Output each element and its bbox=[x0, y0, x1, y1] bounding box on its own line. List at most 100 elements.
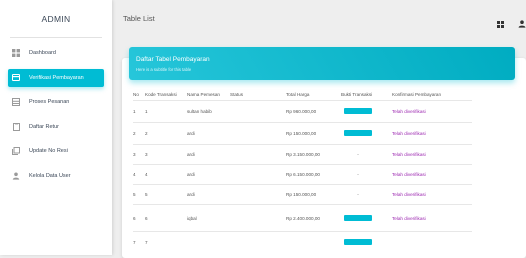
table-row: 6 6 iqbal Rp 2.400.000,00 Telah diverifikasi bbox=[133, 204, 472, 232]
table-cell-total-harga: Rp 2.400.000,00 bbox=[286, 204, 341, 232]
table-cell-status bbox=[230, 204, 286, 232]
view-proof-button[interactable] bbox=[344, 214, 372, 221]
no-proof-text: - bbox=[357, 192, 359, 197]
library-icon bbox=[12, 147, 20, 155]
table-cell-konfirmasi: Telah diverifikasi bbox=[392, 164, 472, 185]
cell-text: Rp 150.000,00 bbox=[286, 131, 317, 136]
table-cell-bukti-transaksi: - bbox=[341, 164, 392, 185]
table-cell-no: 3 bbox=[133, 144, 145, 165]
dashboard-icon bbox=[12, 49, 20, 57]
cell-text: sultan habib bbox=[187, 109, 212, 114]
table-cell-konfirmasi: Telah diverifikasi bbox=[392, 184, 472, 205]
table-row: 3 3 ardi Rp 3.150.000,00 - Telah diverifikasi bbox=[133, 144, 472, 165]
table-row: 77 bbox=[133, 231, 472, 254]
table-cell-no: 5 bbox=[133, 184, 145, 205]
table-cell-bukti-transaksi bbox=[341, 122, 392, 145]
payment-table: No Kode Transaksi Nama Pemesan Status To… bbox=[133, 88, 472, 254]
top-navbar: Table List bbox=[112, 0, 526, 38]
table-row: 2 2 ardi Rp 150.000,00 Telah diverifikasi bbox=[133, 122, 472, 145]
column-header-no: No bbox=[133, 91, 139, 97]
table-cell-konfirmasi: Telah diverifikasi bbox=[392, 144, 472, 165]
sidebar-item-update-no-resi[interactable]: Update No Resi bbox=[8, 142, 104, 160]
table-cell-bukti-transaksi: - bbox=[341, 184, 392, 205]
table-header-row: No Kode Transaksi Nama Pemesan Status To… bbox=[133, 88, 472, 101]
column-header-kode-transaksi: Kode Transaksi bbox=[145, 91, 177, 97]
verification-status-link[interactable]: Telah diverifikasi bbox=[392, 172, 426, 177]
sidebar-item-proses-pesanan[interactable]: Proses Pesanan bbox=[8, 93, 104, 111]
table-cell-status bbox=[230, 122, 286, 145]
view-proof-button[interactable] bbox=[344, 108, 372, 114]
sidebar-item-dashboard[interactable]: Dashboard bbox=[8, 44, 104, 62]
table-cell-konfirmasi: Telah diverifikasi bbox=[392, 204, 472, 232]
table-cell-status bbox=[230, 144, 286, 165]
table-cell-kode-transaksi: 5 bbox=[145, 184, 187, 205]
verification-status-link[interactable]: Telah diverifikasi bbox=[392, 131, 426, 136]
table-cell-total-harga: Rp 6.150.000,00 bbox=[286, 164, 341, 185]
table-cell-bukti-transaksi bbox=[341, 100, 392, 123]
cell-text: Rp 960.000,00 bbox=[286, 109, 317, 114]
table-cell-total-harga: Rp 150.000,00 bbox=[286, 122, 341, 145]
table-cell-kode-transaksi: 6 bbox=[145, 204, 187, 232]
cell-text: 6 bbox=[133, 215, 136, 221]
cell-text: Rp 3.150.000,00 bbox=[286, 152, 320, 157]
table-cell-total-harga: Rp 150.000,00 bbox=[286, 184, 341, 205]
cell-text: ardi bbox=[187, 131, 195, 136]
sidebar-item-kelola-data-user[interactable]: Kelola Data User bbox=[8, 167, 104, 185]
cell-text: 1 bbox=[133, 109, 136, 114]
card-header: Daftar Tabel Pembayaran Here is a subtit… bbox=[129, 47, 515, 80]
table-cell-kode-transaksi: 7 bbox=[145, 231, 187, 254]
table-card: Daftar Tabel Pembayaran Here is a subtit… bbox=[122, 47, 526, 258]
table-cell-nama-pemesan: ardi bbox=[187, 144, 230, 165]
table-cell-nama-pemesan: ardi bbox=[187, 122, 230, 145]
document-icon bbox=[12, 122, 20, 131]
sidebar-item-daftar-retur[interactable]: Daftar Retur bbox=[8, 118, 104, 136]
table-cell-status bbox=[230, 231, 286, 254]
card-subtitle: Here is a subtitle for this table bbox=[136, 67, 192, 72]
table-body: 1 1 sultan habib Rp 960.000,00 Telah diverif… bbox=[133, 100, 472, 254]
view-proof-button[interactable] bbox=[344, 130, 372, 136]
table-cell-nama-pemesan: sultan habib bbox=[187, 100, 230, 123]
table-cell-konfirmasi bbox=[392, 231, 472, 254]
cell-text: 1 bbox=[145, 109, 148, 114]
credit-card-icon bbox=[12, 74, 20, 82]
table-cell-bukti-transaksi: - bbox=[341, 144, 392, 165]
table-cell-bukti-transaksi bbox=[341, 231, 392, 254]
table-cell-no: 7 bbox=[133, 231, 145, 254]
table-cell-konfirmasi: Telah diverifikasi bbox=[392, 122, 472, 145]
cell-text: Rp 150.000,00 bbox=[286, 192, 317, 197]
sidebar-item-label: Kelola Data User bbox=[29, 172, 71, 179]
user-icon[interactable] bbox=[518, 15, 526, 28]
verification-status-link[interactable]: Telah diverifikasi bbox=[392, 109, 426, 114]
cell-text: 3 bbox=[145, 152, 148, 157]
sidebar-item-label: Daftar Retur bbox=[29, 123, 59, 130]
sidebar-nav: Dashboard Verifikasi Pembayaran Proses P… bbox=[0, 44, 112, 185]
cell-text: ardi bbox=[187, 192, 195, 197]
person-icon bbox=[12, 172, 20, 180]
grid-icon[interactable] bbox=[497, 15, 505, 28]
cell-text: 2 bbox=[145, 131, 148, 136]
cell-text: 4 bbox=[145, 172, 148, 177]
sidebar: ADMIN Dashboard Verifikasi Pembayaran Pr… bbox=[0, 0, 112, 255]
cell-text: 7 bbox=[133, 240, 136, 246]
verification-status-link[interactable]: Telah diverifikasi bbox=[392, 152, 426, 157]
table-cell-kode-transaksi: 3 bbox=[145, 144, 187, 165]
table-cell-nama-pemesan: iqbal bbox=[187, 204, 230, 232]
column-header-bukti-transaksi: Bukti Transaksi bbox=[341, 91, 373, 97]
table-cell-no: 2 bbox=[133, 122, 145, 145]
cell-text: ardi bbox=[187, 152, 195, 157]
sidebar-brand: ADMIN bbox=[0, 0, 112, 38]
sidebar-item-label: Dashboard bbox=[29, 50, 56, 56]
sidebar-item-label: Update No Resi bbox=[29, 148, 68, 154]
sidebar-item-verifikasi-pembayaran[interactable]: Verifikasi Pembayaran bbox=[8, 68, 104, 87]
column-header-status: Status bbox=[230, 91, 244, 97]
page-title[interactable]: Table List bbox=[123, 14, 155, 23]
table-row: 5 5 ardi Rp 150.000,00 - Telah diverifikasi bbox=[133, 184, 472, 205]
table-cell-total-harga bbox=[286, 231, 341, 254]
view-proof-button[interactable] bbox=[344, 239, 372, 246]
cell-text: Rp 6.150.000,00 bbox=[286, 172, 320, 177]
table-cell-no: 6 bbox=[133, 204, 145, 232]
cell-text: 7 bbox=[145, 240, 148, 246]
verification-status-link[interactable]: Telah diverifikasi bbox=[392, 192, 426, 197]
verification-status-link[interactable]: Telah diverifikasi bbox=[392, 216, 426, 221]
table-cell-no: 1 bbox=[133, 100, 145, 123]
